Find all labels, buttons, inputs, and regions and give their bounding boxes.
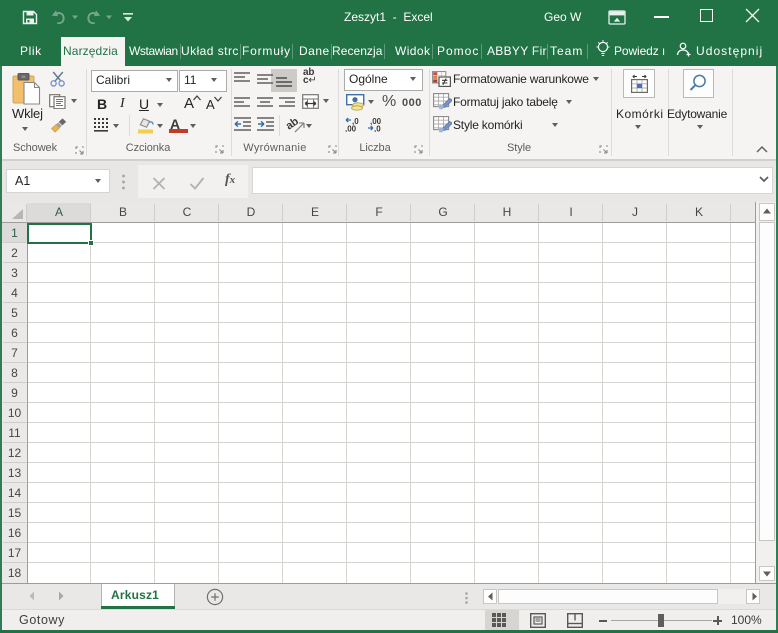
svg-text:,0: ,0 (374, 125, 381, 133)
svg-text:,00: ,00 (345, 125, 357, 133)
